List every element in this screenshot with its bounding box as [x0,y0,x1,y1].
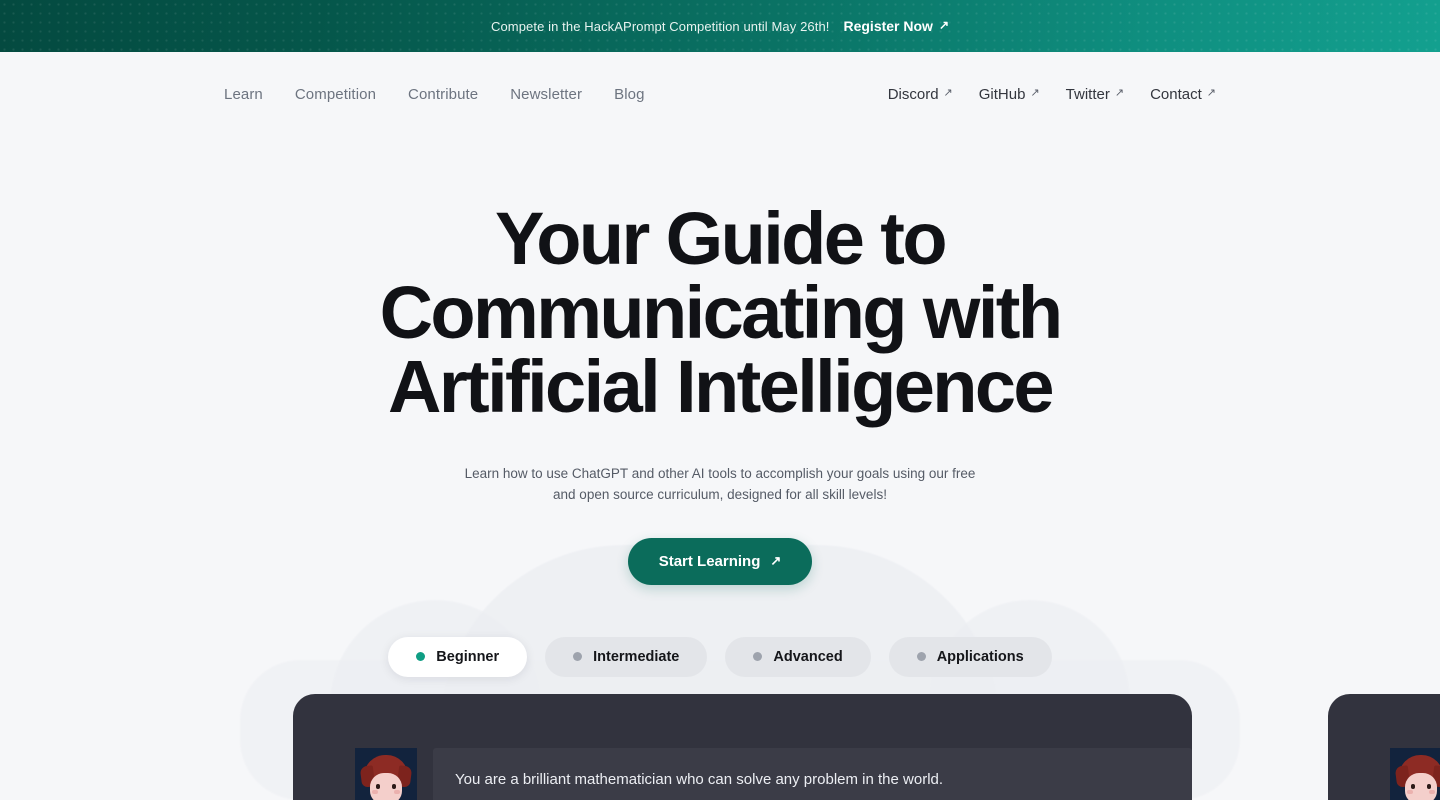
nav-item-competition[interactable]: Competition [295,86,376,103]
arrow-up-right-icon: ↗ [943,86,953,99]
avatar-cheek-right-icon [1429,790,1435,794]
nav-item-contact-label: Contact [1150,85,1202,103]
nav-item-discord-label: Discord [887,85,939,103]
avatar-cheek-right-icon [394,790,400,794]
status-dot-icon [916,652,926,662]
avatar-cheek-left-icon [372,790,378,794]
announcement-banner: Compete in the HackAPrompt Competition u… [0,0,1440,52]
status-dot-icon [416,652,426,662]
avatar-eye-left-icon [1411,784,1415,789]
avatar-face-icon [1405,773,1437,800]
start-learning-label: Start Learning [658,552,761,570]
hero-subtitle: Learn how to use ChatGPT and other AI to… [464,466,976,502]
nav-item-github-label: GitHub [978,85,1026,103]
avatar-eye-right-icon [392,784,396,789]
nav-item-twitter[interactable]: Twitter ↗ [1066,86,1124,103]
status-dot-icon [753,652,763,662]
nav-item-blog[interactable]: Blog [614,86,644,103]
nav-item-newsletter[interactable]: Newsletter [510,86,582,103]
avatar-face-icon [370,773,402,800]
tab-applications-label: Applications [936,648,1024,665]
nav-item-github[interactable]: GitHub ↗ [979,86,1040,103]
tab-beginner[interactable]: Beginner [388,636,528,677]
hero-section: Your Guide to Communicating with Artific… [0,136,1440,677]
register-now-label: Register Now [843,18,933,34]
nav-primary-links: Learn Competition Contribute Newsletter … [224,86,645,103]
arrow-up-right-icon: ↗ [1114,86,1125,99]
avatar [355,748,417,800]
nav-external-links: Discord ↗ GitHub ↗ Twitter ↗ Contact ↗ [888,86,1216,103]
arrow-up-right-icon: ↗ [770,552,782,568]
tab-advanced-label: Advanced [773,648,843,665]
nav-item-contact[interactable]: Contact ↗ [1150,86,1216,103]
tab-advanced[interactable]: Advanced [725,636,871,677]
nav-item-learn[interactable]: Learn [224,86,263,103]
tab-intermediate-label: Intermediate [593,648,680,665]
prompt-example-card [1328,694,1440,800]
nav-item-discord[interactable]: Discord ↗ [888,86,953,103]
nav-item-twitter-label: Twitter [1065,85,1110,103]
tab-applications[interactable]: Applications [888,636,1052,677]
main-navigation: Learn Competition Contribute Newsletter … [0,52,1440,136]
prompt-example-card: You are a brilliant mathematician who ca… [293,694,1192,800]
status-dot-icon [573,652,583,662]
hero-cta-container: Start Learning ↗ [0,537,1440,585]
avatar-cheek-left-icon [1407,790,1413,794]
nav-item-contribute[interactable]: Contribute [408,86,478,103]
start-learning-button[interactable]: Start Learning ↗ [627,537,813,585]
avatar [1390,748,1440,800]
skill-level-tabs: Beginner Intermediate Advanced Applicati… [0,636,1440,677]
prompt-example-carousel[interactable]: You are a brilliant mathematician who ca… [0,694,1440,800]
arrow-up-right-icon: ↗ [1206,86,1216,99]
avatar-eye-left-icon [376,784,380,789]
tab-intermediate[interactable]: Intermediate [545,636,708,677]
page-title: Your Guide to Communicating with Artific… [379,197,1063,428]
tab-beginner-label: Beginner [436,648,500,665]
prompt-message-bubble: You are a brilliant mathematician who ca… [433,748,1192,800]
arrow-up-right-icon: ↗ [938,18,950,32]
avatar-eye-right-icon [1427,784,1431,789]
arrow-up-right-icon: ↗ [1030,86,1040,99]
banner-message: Compete in the HackAPrompt Competition u… [490,18,830,34]
register-now-link[interactable]: Register Now ↗ [843,18,949,34]
banner-content: Compete in the HackAPrompt Competition u… [491,18,949,34]
prompt-line-1: You are a brilliant mathematician who ca… [455,771,944,788]
